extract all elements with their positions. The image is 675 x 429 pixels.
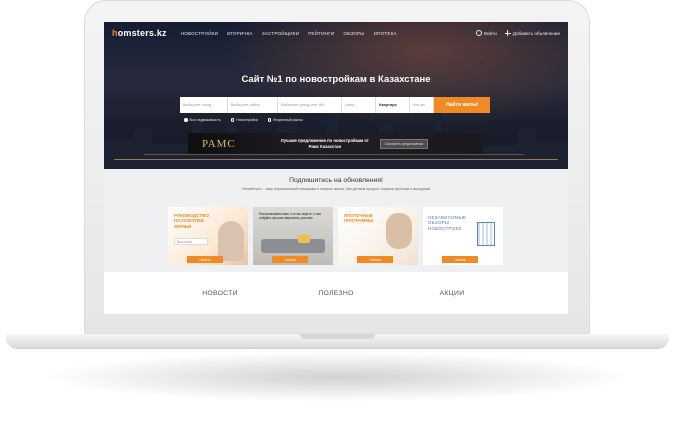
read-button[interactable]: Читать [357, 256, 393, 263]
pillow-photo [298, 235, 310, 243]
read-button[interactable]: Читать [272, 256, 308, 263]
card-title: ИПОТЕЧНЫЕ ПРОГРАММЫ [344, 213, 374, 224]
card-title: Рассказываем вам, что вы ищете, и мы най… [259, 212, 322, 221]
sofa-photo [261, 239, 325, 253]
nav-item-mortgage[interactable]: ИПОТЕКА [374, 31, 397, 36]
radio-dot-icon [184, 118, 188, 122]
city-select[interactable]: Выберите город [180, 97, 228, 113]
street-input[interactable]: Выберите улицу или ЖК [278, 97, 342, 113]
laptop-shadow [40, 352, 635, 402]
subscribe-section: Подпишитесь на обновления! Homsters.kz –… [104, 169, 568, 272]
hero-title: Сайт №1 по новостройкам в Казахстане [241, 74, 431, 85]
nav-item-new-buildings[interactable]: НОВОСТРОЙКИ [181, 31, 218, 36]
search-button[interactable]: Найти жильё [434, 97, 490, 113]
tab-news[interactable]: НОВОСТИ [162, 280, 278, 310]
card-title: РУКОВОДСТВО ПО ПОКУПКЕ ЖИЛЬЯ [174, 213, 210, 229]
tab-useful[interactable]: ПОЛЕЗНО [278, 280, 394, 310]
nav-item-developers[interactable]: ЗАСТРОЙЩИКИ [262, 31, 299, 36]
site-logo[interactable]: homsters.kz [112, 28, 167, 38]
add-listing-link[interactable]: Добавить объявление [504, 30, 560, 36]
building-icon [477, 222, 495, 246]
nav-item-ratings[interactable]: РЕЙТИНГИ [308, 31, 334, 36]
rooms-select[interactable]: Кол-во [410, 97, 434, 113]
woman-photo [386, 213, 412, 249]
radio-dot-icon [267, 118, 272, 122]
login-link[interactable]: Войти [475, 30, 497, 36]
radio-secondary[interactable]: Вторичный рынок [267, 118, 303, 122]
top-nav: homsters.kz НОВОСТРОЙКИ ВТОРИЧКА ЗАСТРОЙ… [104, 22, 568, 44]
card-title: НЕЗАВИСИМЫЕ ОБЗОРЫ НОВОСТРОЕК [428, 215, 467, 231]
card-reviews[interactable]: НЕЗАВИСИМЫЕ ОБЗОРЫ НОВОСТРОЕК Читать [423, 207, 503, 265]
promo-button[interactable]: Смотреть предложения [379, 138, 429, 149]
login-icon [475, 30, 482, 36]
nav-actions: Войти Добавить объявление [475, 30, 560, 36]
property-type-radios: Вся недвижимость Новостройки Вторичный р… [184, 118, 303, 122]
guide-cards: РУКОВОДСТВО ПО ПОКУПКЕ ЖИЛЬЯ Ваш email Ч… [168, 207, 503, 265]
radio-all[interactable]: Вся недвижимость [184, 118, 221, 122]
promo-banner[interactable]: РАМС Лучшие предложения по новостройкам … [188, 133, 483, 154]
nav-item-secondary[interactable]: ВТОРИЧКА [227, 31, 253, 36]
laptop-mockup: homsters.kz НОВОСТРОЙКИ ВТОРИЧКА ЗАСТРОЙ… [0, 0, 675, 429]
nav-item-reviews[interactable]: ОБЗОРЫ [343, 31, 364, 36]
tab-promotions[interactable]: АКЦИИ [394, 280, 510, 310]
radio-dot-icon [230, 118, 235, 122]
laptop-notch [300, 334, 375, 339]
card-mortgage[interactable]: ИПОТЕЧНЫЕ ПРОГРАММЫ Читать [338, 207, 418, 265]
plus-icon [504, 30, 511, 36]
price-input[interactable]: Цена [342, 97, 376, 113]
promo-brand-logo: РАМС [202, 137, 236, 150]
radio-new[interactable]: Новостройки [230, 118, 258, 122]
woman-photo [218, 221, 244, 261]
district-select[interactable]: Выберите район [228, 97, 278, 113]
hero-section: homsters.kz НОВОСТРОЙКИ ВТОРИЧКА ЗАСТРОЙ… [104, 22, 568, 169]
card-buying-guide[interactable]: РУКОВОДСТВО ПО ПОКУПКЕ ЖИЛЬЯ Ваш email Ч… [168, 207, 248, 265]
content-tabs: НОВОСТИ ПОЛЕЗНО АКЦИИ [104, 280, 568, 310]
read-button[interactable]: Читать [187, 256, 223, 263]
promo-text: Лучшие предложения по новостройкам от Ра… [280, 137, 369, 149]
subscribe-title: Подпишитесь на обновления! [289, 177, 383, 184]
website-screen: homsters.kz НОВОСТРОЙКИ ВТОРИЧКА ЗАСТРОЙ… [104, 22, 568, 314]
read-button[interactable]: Читать [442, 256, 478, 263]
subscribe-description: Homsters.kz – ваш персональный помощник … [242, 187, 430, 191]
email-field[interactable]: Ваш email [174, 238, 208, 245]
search-bar: Выберите город Выберите район Выберите у… [180, 97, 490, 113]
card-search-help[interactable]: Рассказываем вам, что вы ищете, и мы най… [253, 207, 333, 265]
type-select[interactable]: Квартира [376, 97, 410, 113]
